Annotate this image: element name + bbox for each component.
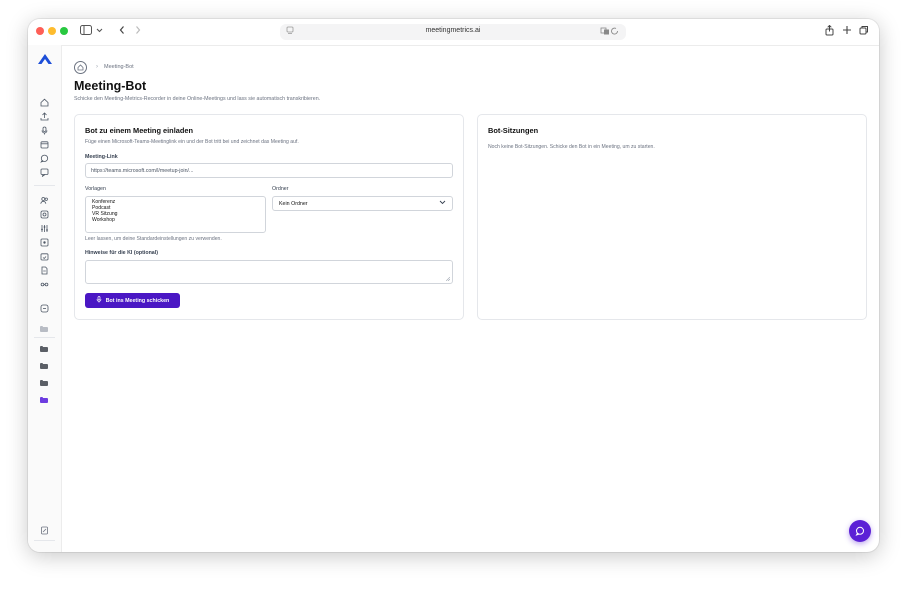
sliders-icon[interactable] [39,223,49,233]
meeting-link-label: Meeting-Link [85,154,118,160]
ai-notes-textarea[interactable] [85,260,453,284]
meeting-link-input[interactable]: https://teams.microsoft.com/l/meetup-joi… [85,163,453,178]
users-icon[interactable] [39,195,49,205]
calendar-icon[interactable] [39,139,49,149]
folder-icon-active[interactable] [40,396,48,403]
folder-icon[interactable] [40,362,48,369]
integrations-icon[interactable] [39,279,49,289]
ai-notes-label: Hinweise für die KI (optional) [85,250,158,256]
templates-label: Vorlagen [85,186,106,192]
upload-icon[interactable] [39,111,49,121]
invite-bot-card: Bot zu einem Meeting einladen Füge einen… [74,114,464,320]
message-square-icon[interactable] [39,167,49,177]
document-icon[interactable] [39,265,49,275]
app-logo[interactable] [37,53,53,65]
folder-label: Ordner [272,186,289,192]
image-icon[interactable] [39,237,49,247]
breadcrumb-current: Meeting-Bot [104,64,134,70]
card-description: Füge einen Microsoft-Teams-Meetinglink e… [85,139,299,145]
send-bot-button-label: Bot ins Meeting schicken [105,297,170,304]
sidebar-divider [34,540,55,541]
folder-icon[interactable] [40,379,48,386]
chevron-down-icon[interactable] [96,25,103,40]
templates-hint: Leer lassen, um deine Standardeinstellun… [85,236,222,242]
calendar-check-icon[interactable] [39,251,49,261]
home-icon[interactable] [74,60,87,74]
forward-icon[interactable] [134,25,142,40]
back-icon[interactable] [118,25,126,40]
new-tab-icon[interactable] [842,25,852,40]
sidebar-toggle-icon[interactable] [80,25,92,40]
chevron-down-icon [439,200,446,207]
microphone-icon [96,296,102,305]
meeting-link-placeholder: https://teams.microsoft.com/l/meetup-joi… [91,167,194,174]
share-icon[interactable] [825,24,834,41]
app-sidebar: B [28,45,62,552]
zoom-window-button[interactable] [60,27,68,35]
page-subtitle: Schicke den Meeting-Metrics-Recorder in … [74,96,321,102]
browser-window: meetingmetrics.ai › Meeting-Bot Meeting-… [28,19,879,552]
templates-listbox[interactable]: Konferenz Podcast VR Sitzung Workshop [85,196,266,233]
sidebar-divider [34,185,55,186]
bot-sessions-card: Bot-Sitzungen Noch keine Bot-Sitzungen. … [477,114,867,320]
browser-toolbar: meetingmetrics.ai [28,19,879,46]
sidebar-divider [34,337,55,338]
url-text: meetingmetrics.ai [425,27,481,34]
close-window-button[interactable] [36,27,44,35]
folder-icon[interactable] [40,325,48,332]
folder-icon[interactable] [40,345,48,352]
card-title: Bot-Sitzungen [488,126,539,135]
tab-overview-icon[interactable] [859,25,869,40]
resize-handle-icon[interactable] [446,277,450,281]
chat-bubble-icon[interactable] [39,153,49,163]
chat-icon [855,526,864,536]
microphone-icon[interactable] [39,125,49,135]
main-content: › Meeting-Bot Meeting-Bot Schicke den Me… [62,45,879,552]
page-title: Meeting-Bot [74,79,147,93]
minimize-window-button[interactable] [48,27,56,35]
home-icon[interactable] [39,97,49,107]
address-bar[interactable]: meetingmetrics.ai [280,24,626,40]
chevron-right-icon: › [96,64,98,70]
send-bot-button[interactable]: Bot ins Meeting schicken [85,293,180,308]
template-option[interactable]: Workshop [92,217,259,224]
support-chat-button[interactable] [849,520,871,542]
analytics-icon[interactable] [39,209,49,219]
breadcrumb: › Meeting-Bot [74,60,134,74]
empty-state-text: Noch keine Bot-Sitzungen. Schicke den Bo… [488,144,655,150]
inbox-icon[interactable] [39,303,49,313]
folder-select[interactable]: Kein Ordner [272,196,453,211]
translate-reload-icon[interactable] [600,26,620,38]
notes-icon[interactable] [39,525,49,535]
card-title: Bot zu einem Meeting einladen [85,126,193,135]
folder-select-value: Kein Ordner [279,200,308,207]
